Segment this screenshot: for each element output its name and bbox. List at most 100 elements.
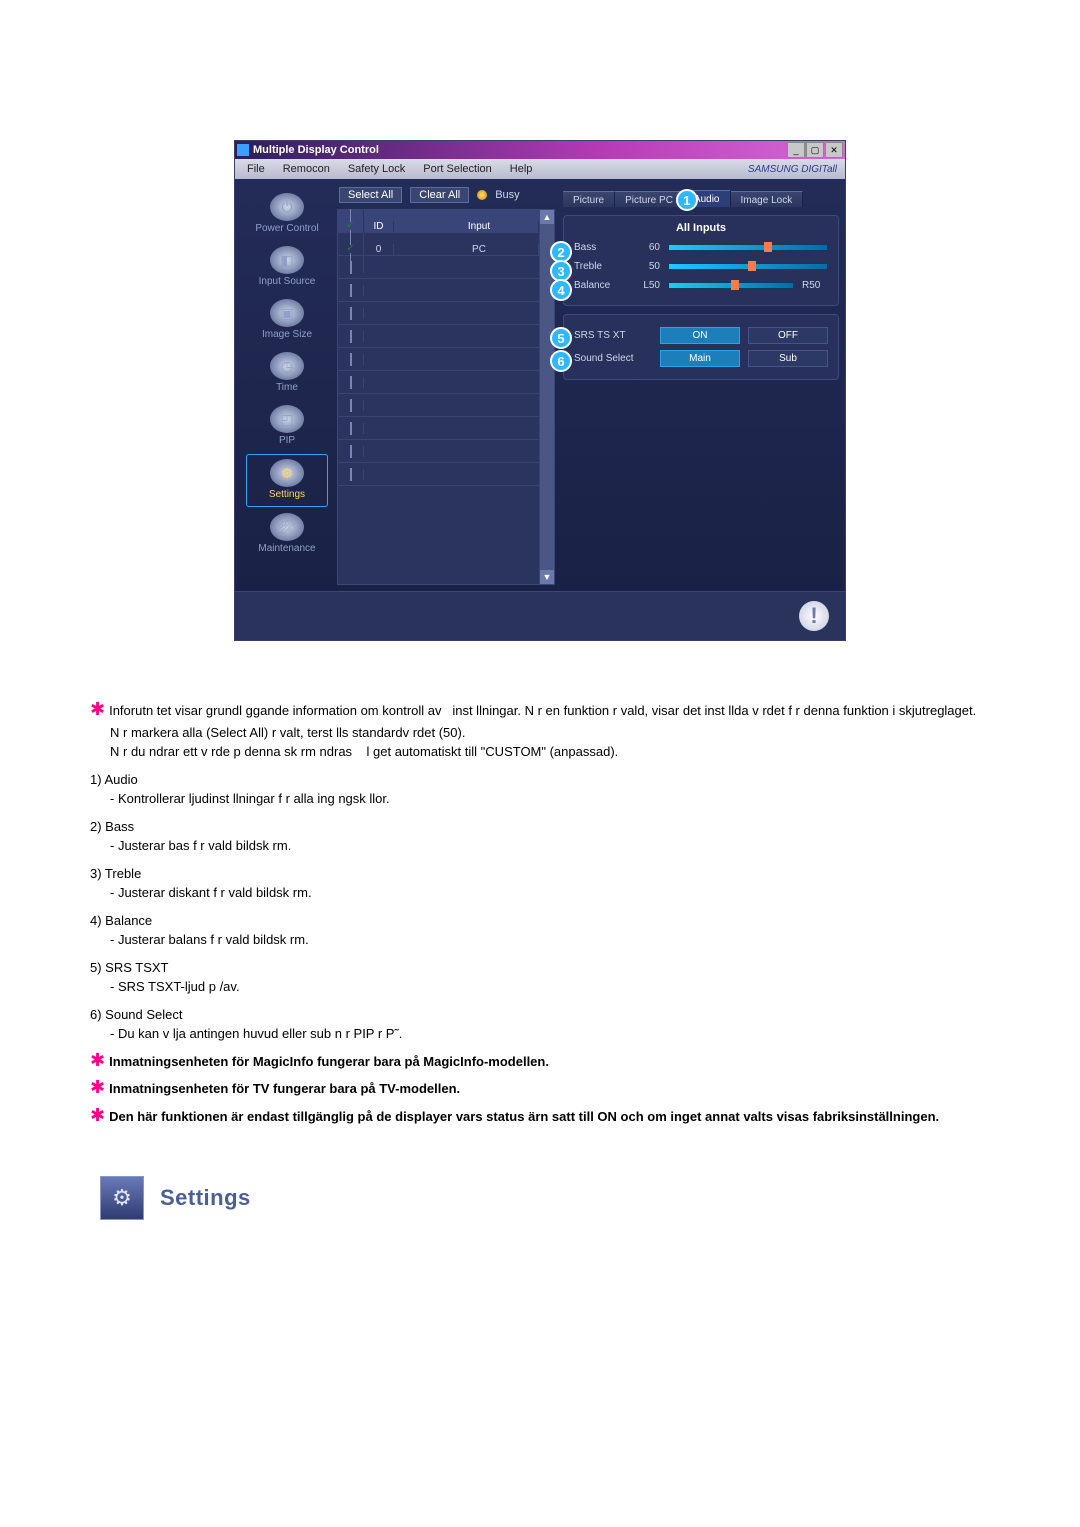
titlebar: Multiple Display Control _ ▢ ✕ — [235, 141, 845, 159]
row-checkbox[interactable] — [350, 445, 352, 458]
maximize-button[interactable]: ▢ — [806, 142, 824, 158]
balance-row: 4 Balance L50 R50 — [574, 280, 828, 291]
tab-audio[interactable]: 1 Audio — [684, 190, 731, 207]
tab-picture[interactable]: Picture — [563, 191, 615, 207]
menubar: File Remocon Safety Lock Port Selection … — [235, 159, 845, 179]
sidebar-item-input-source[interactable]: ◧ Input Source — [247, 242, 327, 293]
item-6-desc: - Du kan v lja antingen huvud eller sub … — [90, 1024, 990, 1044]
row-id: 0 — [364, 244, 394, 255]
close-button[interactable]: ✕ — [825, 142, 843, 158]
star-icon: ✱ — [90, 1052, 105, 1072]
sidebar: ⏻ Power Control ◧ Input Source ▣ Image S… — [241, 185, 333, 585]
row-checkbox[interactable] — [350, 399, 352, 412]
callout-1-icon: 1 — [676, 189, 698, 211]
treble-value: 50 — [634, 261, 660, 272]
table-row[interactable]: 0 PC — [338, 233, 539, 256]
settings-tabs: Picture Picture PC 1 Audio Image Lock — [563, 185, 839, 207]
sound-sub-button[interactable]: Sub — [748, 350, 828, 367]
row-checkbox[interactable] — [350, 330, 352, 343]
sidebar-item-maintenance[interactable]: 🛠 Maintenance — [247, 509, 327, 560]
menu-remocon[interactable]: Remocon — [275, 161, 338, 177]
tab-image-lock[interactable]: Image Lock — [731, 191, 804, 207]
image-size-icon: ▣ — [270, 299, 304, 327]
sidebar-item-image-size[interactable]: ▣ Image Size — [247, 295, 327, 346]
clock-icon: ◷ — [270, 352, 304, 380]
balance-thumb[interactable] — [731, 280, 739, 290]
status-bar: ! — [235, 591, 845, 640]
audio-sliders-panel: All Inputs 2 Bass 60 3 Treble 50 — [563, 215, 839, 306]
note-sub: N r markera alla (Select All) r valt, te… — [90, 723, 990, 743]
row-checkbox[interactable] — [350, 261, 352, 274]
table-row — [338, 371, 539, 394]
srs-on-button[interactable]: ON — [660, 327, 740, 344]
clear-all-button[interactable]: Clear All — [410, 187, 469, 203]
table-row — [338, 325, 539, 348]
settings-section-title: Settings — [160, 1185, 251, 1211]
balance-slider[interactable] — [668, 282, 794, 289]
row-checkbox[interactable] — [350, 422, 352, 435]
sidebar-item-pip[interactable]: ◰ PIP — [247, 401, 327, 452]
sidebar-item-power-control[interactable]: ⏻ Power Control — [247, 189, 327, 240]
row-checkbox[interactable] — [350, 307, 352, 320]
item-2-title: 2) Bass — [90, 817, 990, 837]
item-4-desc: - Justerar balans f r vald bildsk rm. — [90, 930, 990, 950]
note-availability: Den här funktionen är endast tillgänglig… — [109, 1107, 939, 1127]
row-checkbox[interactable] — [350, 353, 352, 366]
table-row — [338, 417, 539, 440]
row-checkbox[interactable] — [350, 376, 352, 389]
sidebar-item-label: PIP — [247, 435, 327, 446]
menu-file[interactable]: File — [239, 161, 273, 177]
all-inputs-label: All Inputs — [574, 222, 828, 234]
balance-right: R50 — [802, 280, 828, 291]
grid-header-id: ID — [364, 221, 394, 232]
sidebar-item-settings[interactable]: ⚙ Settings — [246, 454, 328, 507]
tab-picture-pc[interactable]: Picture PC — [615, 191, 684, 207]
sound-main-button[interactable]: Main — [660, 350, 740, 367]
minimize-button[interactable]: _ — [787, 142, 805, 158]
note-magicinfo: Inmatningsenheten för MagicInfo fungerar… — [109, 1052, 549, 1072]
item-2-desc: - Justerar bas f r vald bildsk rm. — [90, 836, 990, 856]
select-all-button[interactable]: Select All — [339, 187, 402, 203]
menu-safety-lock[interactable]: Safety Lock — [340, 161, 413, 177]
scroll-up-icon[interactable]: ▲ — [540, 210, 554, 224]
bass-slider[interactable] — [668, 244, 828, 251]
app-icon — [237, 144, 249, 156]
treble-slider[interactable] — [668, 263, 828, 270]
treble-row: 3 Treble 50 — [574, 261, 828, 272]
table-row — [338, 394, 539, 417]
grid-header: ID Input — [338, 210, 539, 233]
item-6-title: 6) Sound Select — [90, 1005, 990, 1025]
row-checkbox[interactable] — [350, 284, 352, 297]
row-checkbox[interactable] — [350, 468, 352, 481]
busy-label: Busy — [495, 189, 519, 201]
treble-thumb[interactable] — [748, 261, 756, 271]
table-row — [338, 440, 539, 463]
menu-help[interactable]: Help — [502, 161, 541, 177]
input-icon: ◧ — [270, 246, 304, 274]
sidebar-item-time[interactable]: ◷ Time — [247, 348, 327, 399]
item-3-title: 3) Treble — [90, 864, 990, 884]
star-icon: ✱ — [90, 1107, 105, 1127]
item-4-title: 4) Balance — [90, 911, 990, 931]
balance-label: Balance — [574, 280, 626, 291]
wrench-icon: 🛠 — [270, 513, 304, 541]
gear-icon: ⚙ — [270, 459, 304, 487]
warning-icon: ! — [799, 601, 829, 631]
menu-port-selection[interactable]: Port Selection — [415, 161, 499, 177]
row-input: PC — [420, 244, 539, 255]
window-title: Multiple Display Control — [253, 144, 379, 156]
sidebar-item-label: Settings — [247, 489, 327, 500]
table-row — [338, 463, 539, 486]
sidebar-item-label: Time — [247, 382, 327, 393]
callout-5-icon: 5 — [550, 327, 572, 349]
scroll-down-icon[interactable]: ▼ — [540, 570, 554, 584]
settings-section-icon: ⚙ — [100, 1176, 144, 1220]
bass-thumb[interactable] — [764, 242, 772, 252]
srs-off-button[interactable]: OFF — [748, 327, 828, 344]
item-1-title: 1) Audio — [90, 770, 990, 790]
callout-6-icon: 6 — [550, 350, 572, 372]
item-1-desc: - Kontrollerar ljudinst llningar f r all… — [90, 789, 990, 809]
table-row — [338, 348, 539, 371]
srs-row: 5 SRS TS XT ON OFF — [574, 327, 828, 344]
display-grid: ID Input 0 PC ▲ ▼ — [337, 209, 555, 585]
